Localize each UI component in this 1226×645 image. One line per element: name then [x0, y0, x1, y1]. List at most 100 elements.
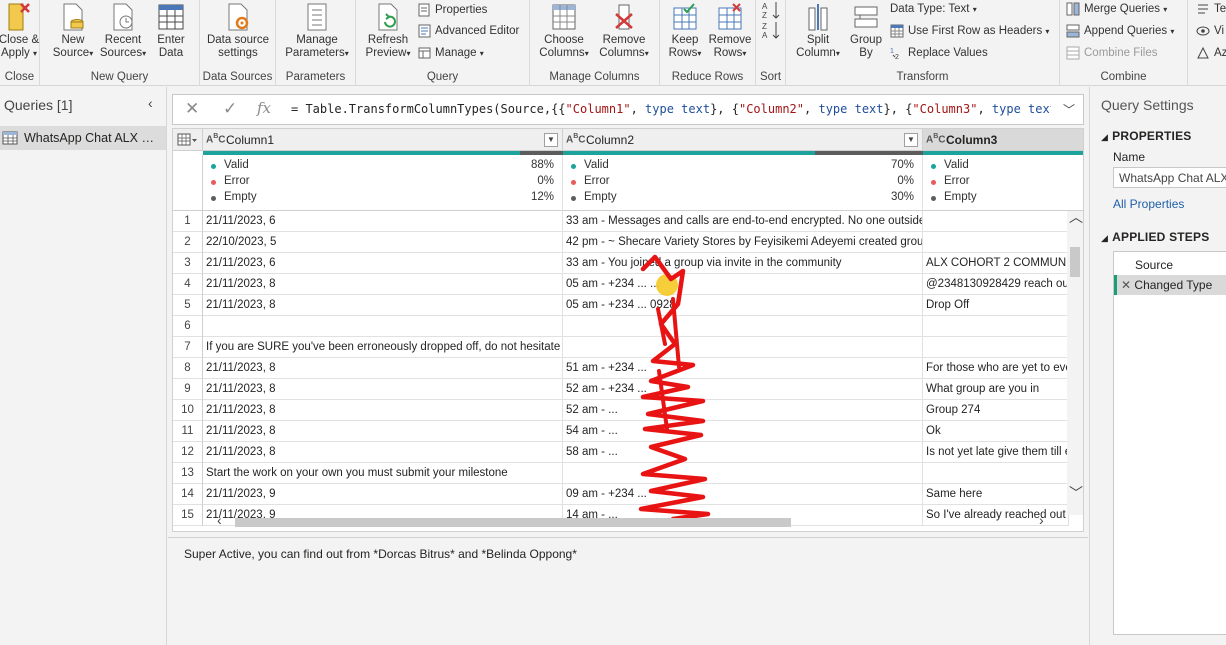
manage-parameters-button[interactable]: Manage Parameters▾ [280, 2, 354, 60]
data-source-settings-button[interactable]: Data source settings [204, 2, 272, 60]
row-number[interactable]: 12 [173, 442, 203, 463]
table-row[interactable]: 3 21/11/2023, 6 33 am - You joined a group… [173, 253, 1069, 274]
cell-column2[interactable]: 52 am - ... [563, 400, 923, 421]
text-type-icon[interactable]: ABC [566, 133, 586, 145]
table-row[interactable]: 11 21/11/2023, 8 54 am - ... Ok [173, 421, 1069, 442]
cell-column3[interactable]: Ok [923, 421, 1069, 442]
applied-step-changed-type[interactable]: ✕ Changed Type [1114, 275, 1226, 295]
cell-column1[interactable]: 21/11/2023, 8 [203, 274, 563, 295]
properties-button[interactable]: Properties [418, 1, 487, 19]
cell-column3[interactable]: What group are you in [923, 379, 1069, 400]
vision-button[interactable]: Vi [1196, 22, 1224, 40]
vertical-scroll-thumb[interactable] [1070, 247, 1080, 277]
cell-column2[interactable]: 33 am - Messages and calls are end-to-en… [563, 211, 923, 232]
cell-column2[interactable]: 51 am - +234 ... [563, 358, 923, 379]
column-header-column2[interactable]: ABC Column2 ▼ [563, 129, 923, 151]
applied-step-source[interactable]: Source [1114, 255, 1226, 275]
group-by-button[interactable]: Group By [846, 2, 886, 60]
new-source-button[interactable]: New Source▾ [50, 2, 96, 60]
data-type-dropdown[interactable]: Data Type: Text ▾ [890, 0, 977, 18]
cell-column3[interactable]: Drop Off [923, 295, 1069, 316]
applied-steps-section-toggle[interactable]: ◢ APPLIED STEPS [1101, 230, 1209, 244]
collapse-queries-chevron-icon[interactable]: ‹ [148, 95, 153, 111]
cell-column1[interactable]: 22/10/2023, 5 [203, 232, 563, 253]
keep-rows-button[interactable]: Keep Rows▾ [664, 2, 706, 60]
table-row[interactable]: 6 [173, 316, 1069, 337]
cell-column2[interactable]: 09 am - +234 ... [563, 484, 923, 505]
cell-column2[interactable]: 54 am - ... [563, 421, 923, 442]
close-apply-button[interactable]: Close & Apply ▾ [0, 2, 40, 60]
table-row[interactable]: 14 21/11/2023, 9 09 am - +234 ... Same here [173, 484, 1069, 505]
row-number[interactable]: 9 [173, 379, 203, 400]
row-number[interactable]: 15 [173, 505, 203, 526]
cell-column2[interactable] [563, 316, 923, 337]
table-row[interactable]: 2 22/10/2023, 5 42 pm - ~ Shecare Variety … [173, 232, 1069, 253]
cell-column3[interactable]: ALX COHORT 2 COMMUNITY [923, 253, 1069, 274]
commit-formula-icon[interactable]: ✓ [223, 99, 237, 119]
table-row[interactable]: 8 21/11/2023, 8 51 am - +234 ... For those … [173, 358, 1069, 379]
cell-column2[interactable] [563, 463, 923, 484]
table-row[interactable]: 12 21/11/2023, 8 58 am - ... Is not yet lat… [173, 442, 1069, 463]
cell-column1[interactable]: Start the work on your own you must subm… [203, 463, 563, 484]
merge-queries-button[interactable]: Merge Queries ▾ [1066, 0, 1167, 18]
cell-column3[interactable] [923, 232, 1069, 253]
cell-column3[interactable] [923, 211, 1069, 232]
azure-ml-button[interactable]: Az [1196, 44, 1226, 62]
cell-column1[interactable]: 21/11/2023, 8 [203, 295, 563, 316]
scroll-down-chevron-icon[interactable]: ﹀ [1069, 483, 1083, 503]
combine-files-button[interactable]: Combine Files [1066, 44, 1158, 62]
cell-column2[interactable] [563, 337, 923, 358]
cell-column3[interactable] [923, 316, 1069, 337]
manage-button[interactable]: Manage ▾ [418, 44, 484, 62]
remove-rows-button[interactable]: Remove Rows▾ [706, 2, 754, 60]
horizontal-scrollbar[interactable]: ‹ › [203, 512, 1053, 529]
cell-column1[interactable]: 21/11/2023, 9 [203, 484, 563, 505]
refresh-preview-button[interactable]: Refresh Preview▾ [362, 2, 414, 60]
filter-dropdown-icon[interactable]: ▼ [904, 133, 918, 147]
split-column-button[interactable]: Split Column▾ [792, 2, 844, 60]
cell-column1[interactable]: 21/11/2023, 8 [203, 400, 563, 421]
query-name-input[interactable]: WhatsApp Chat ALX NIG [1113, 167, 1226, 188]
filter-dropdown-icon[interactable]: ▼ [544, 133, 558, 147]
cell-column3[interactable]: Same here [923, 484, 1069, 505]
horizontal-scroll-thumb[interactable] [235, 518, 791, 527]
row-number[interactable]: 11 [173, 421, 203, 442]
cell-column2[interactable]: 33 am - You joined a group via invite in… [563, 253, 923, 274]
row-number[interactable]: 4 [173, 274, 203, 295]
row-number[interactable]: 7 [173, 337, 203, 358]
column-header-column3[interactable]: ABC Column3 [923, 129, 1083, 151]
text-analytics-button[interactable]: Te [1196, 0, 1226, 18]
cell-column1[interactable]: 21/11/2023, 8 [203, 358, 563, 379]
remove-columns-button[interactable]: Remove Columns▾ [594, 2, 654, 60]
table-menu-button[interactable] [173, 129, 203, 151]
cell-column1[interactable] [203, 316, 563, 337]
cell-column2[interactable]: 42 pm - ~ Shecare Variety Stores by Feyi… [563, 232, 923, 253]
row-number[interactable]: 1 [173, 211, 203, 232]
table-row[interactable]: 4 21/11/2023, 8 05 am - +234 ... ... @23481… [173, 274, 1069, 295]
scroll-up-chevron-icon[interactable]: ︿ [1069, 207, 1083, 227]
cell-column3[interactable]: Is not yet late give them till e [923, 442, 1069, 463]
vertical-scrollbar[interactable]: ︿ ﹀ [1067, 209, 1083, 515]
table-row[interactable]: 13 Start the work on your own you must su… [173, 463, 1069, 484]
use-first-row-headers-button[interactable]: Use First Row as Headers ▾ [890, 22, 1049, 40]
cell-column1[interactable]: If you are SURE you've been erroneously … [203, 337, 563, 358]
table-row[interactable]: 7 If you are SURE you've been erroneously… [173, 337, 1069, 358]
row-number[interactable]: 10 [173, 400, 203, 421]
row-number[interactable]: 8 [173, 358, 203, 379]
cell-column3[interactable]: Group 274 [923, 400, 1069, 421]
replace-values-button[interactable]: 12 Replace Values [890, 44, 988, 62]
cell-column2[interactable]: 05 am - +234 ... ... [563, 274, 923, 295]
row-number[interactable]: 3 [173, 253, 203, 274]
enter-data-button[interactable]: Enter Data [150, 2, 192, 60]
scroll-right-chevron-icon[interactable]: › [1039, 512, 1044, 528]
sort-descending-button[interactable]: Z A [760, 20, 782, 42]
scroll-left-chevron-icon[interactable]: ‹ [217, 512, 222, 528]
cell-column1[interactable]: 21/11/2023, 6 [203, 253, 563, 274]
query-item[interactable]: WhatsApp Chat ALX NIG... [0, 126, 166, 150]
column-header-column1[interactable]: ABC Column1 ▼ [203, 129, 563, 151]
cell-column1[interactable]: 21/11/2023, 6 [203, 211, 563, 232]
cell-column1[interactable]: 21/11/2023, 8 [203, 379, 563, 400]
row-number[interactable]: 13 [173, 463, 203, 484]
choose-columns-button[interactable]: Choose Columns▾ [536, 2, 592, 60]
table-row[interactable]: 5 21/11/2023, 8 05 am - +234 ... 0928 Drop … [173, 295, 1069, 316]
